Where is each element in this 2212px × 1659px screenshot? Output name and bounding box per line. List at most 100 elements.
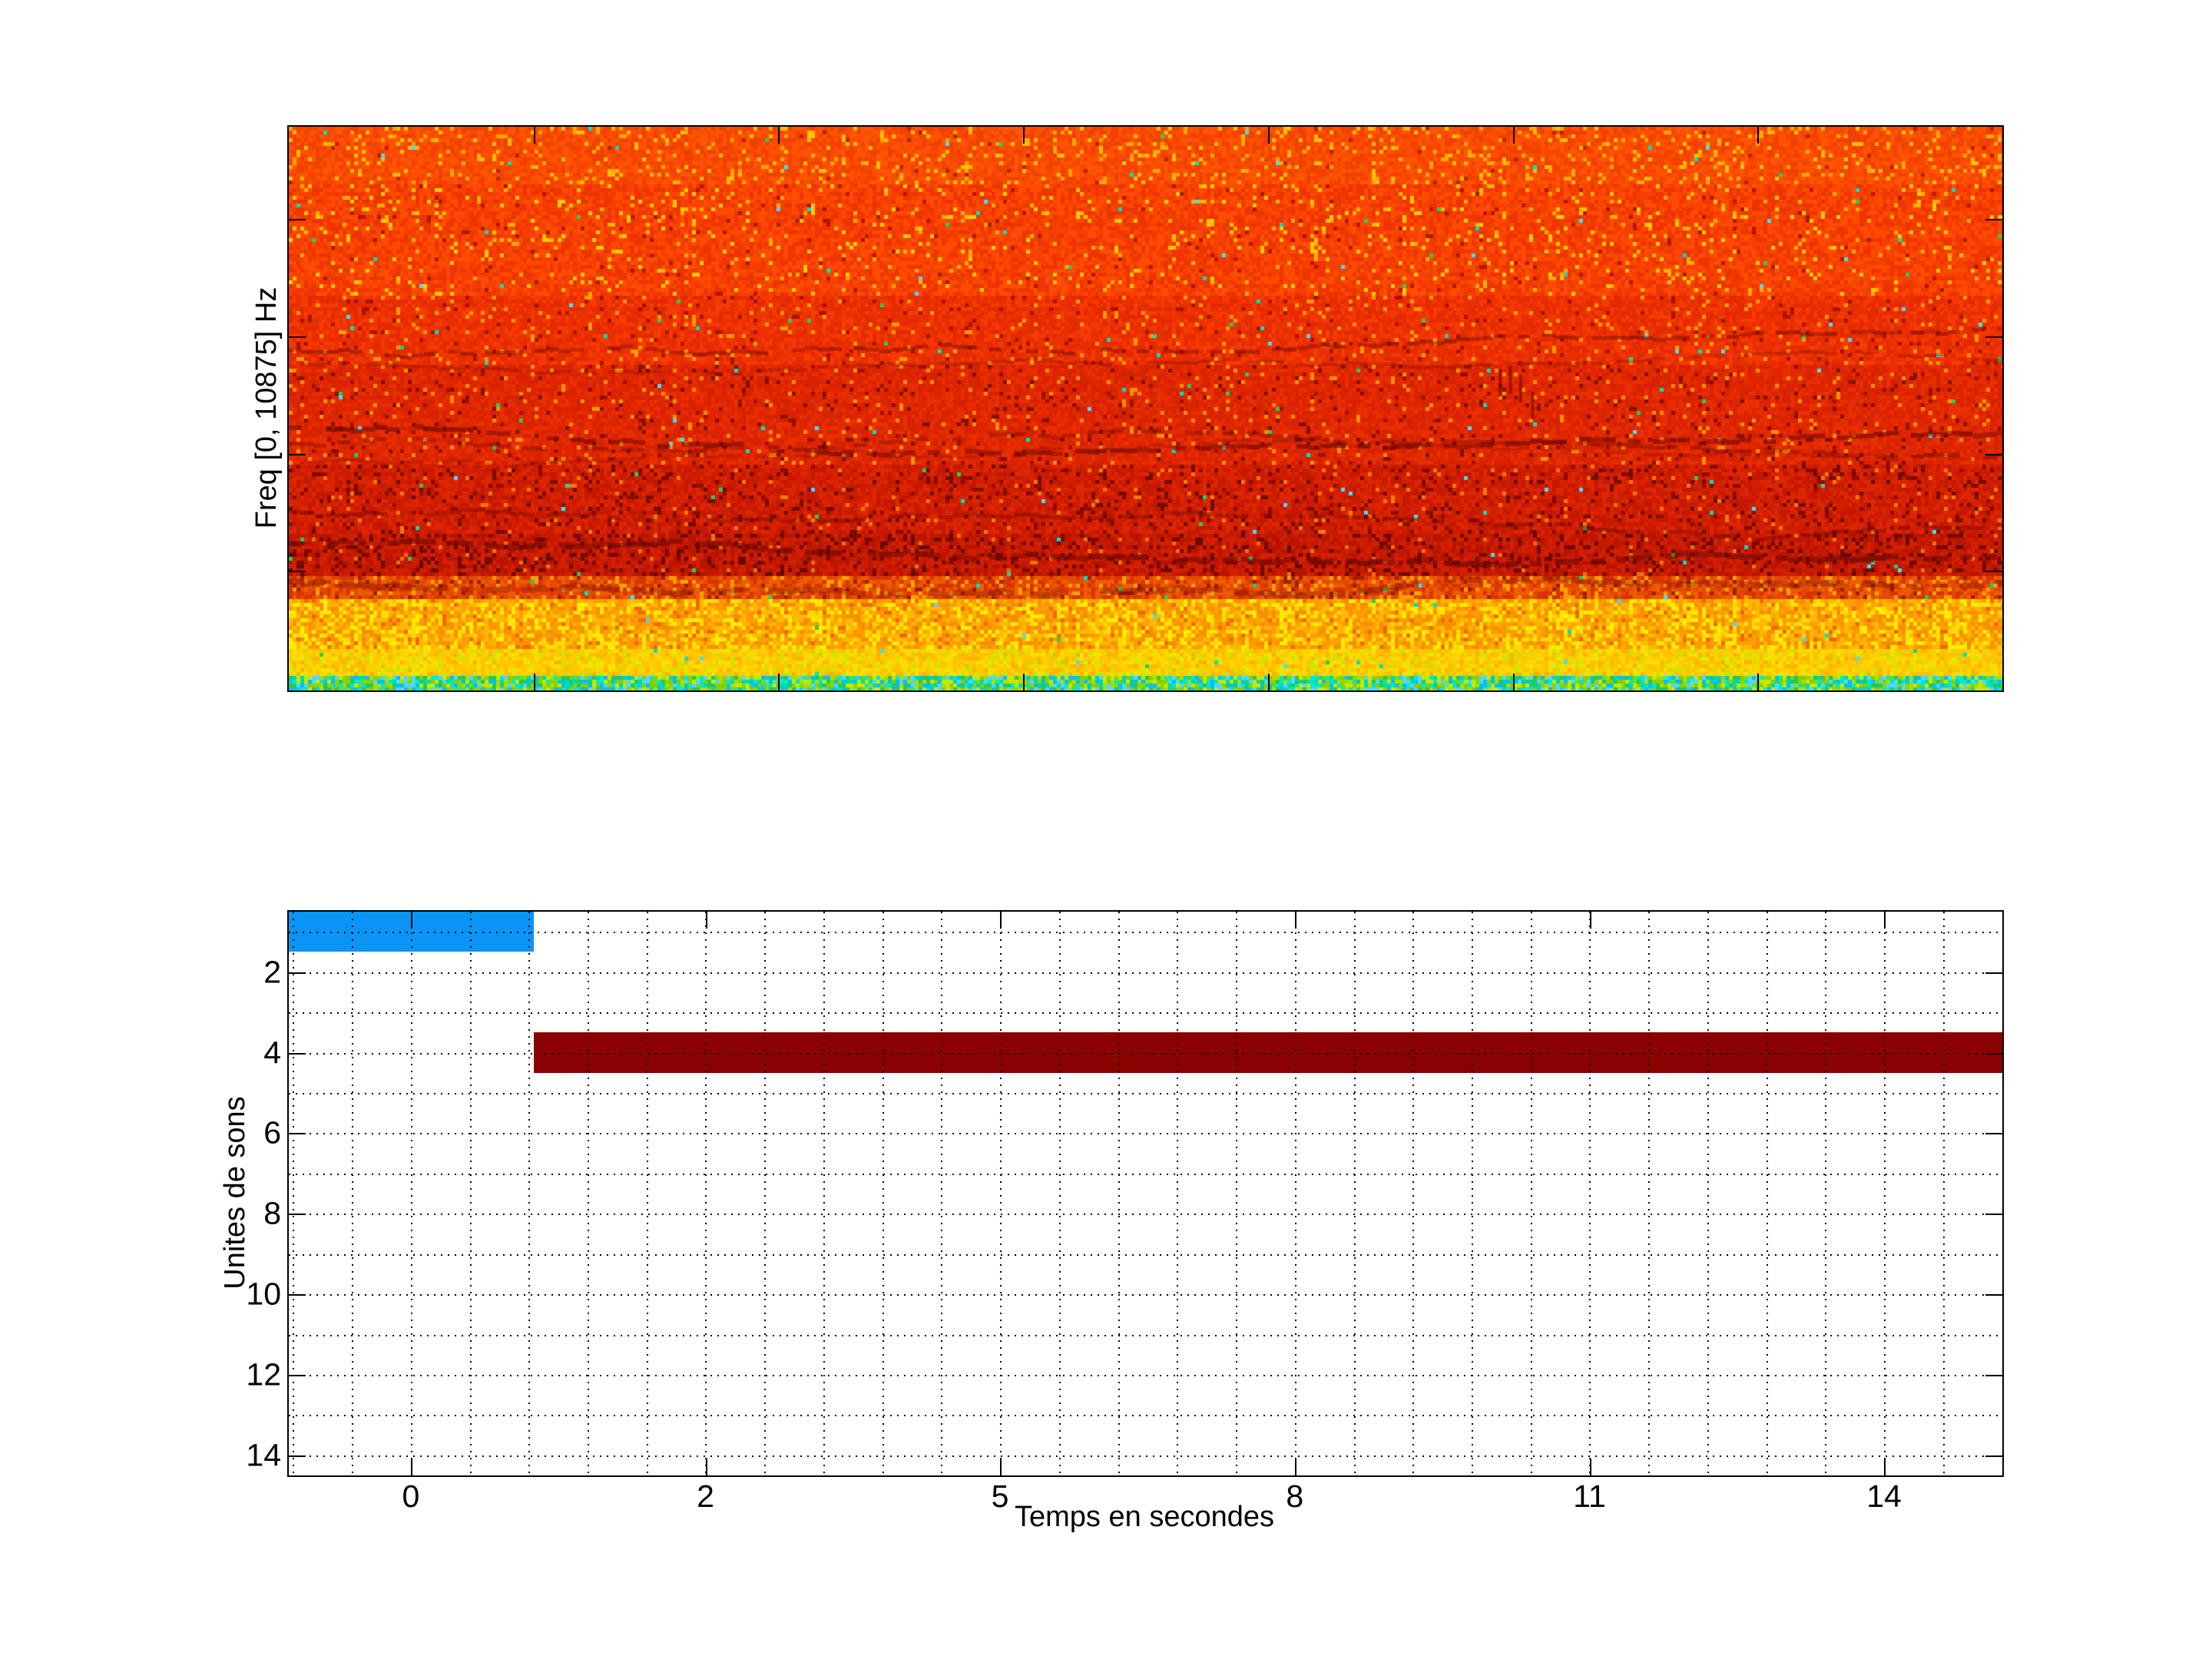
x-tick-label: 11 bbox=[1573, 1481, 1606, 1512]
gridline-horizontal bbox=[289, 1294, 2002, 1296]
x-tick-label: 0 bbox=[402, 1481, 419, 1512]
gridline-vertical bbox=[1295, 912, 1296, 1475]
gridline-vertical bbox=[882, 912, 884, 1475]
gridline-vertical bbox=[1589, 912, 1591, 1475]
y-tick-label: 2 bbox=[158, 956, 281, 988]
gridline-vertical bbox=[470, 912, 472, 1475]
spectrogram-x-tick bbox=[1757, 127, 1759, 144]
spectrogram-x-tick bbox=[1023, 674, 1025, 690]
units-x-tick bbox=[1590, 912, 1591, 929]
gridline-horizontal bbox=[289, 1133, 2002, 1134]
spectrogram-x-tick bbox=[534, 674, 535, 690]
gridline-vertical bbox=[1177, 912, 1178, 1475]
gridline-vertical bbox=[1354, 912, 1356, 1475]
spectrogram-y-tick bbox=[1985, 219, 2002, 220]
x-tick-label: 2 bbox=[697, 1481, 714, 1512]
gridline-vertical bbox=[647, 912, 648, 1475]
y-tick-label: 8 bbox=[158, 1198, 281, 1230]
gridline-vertical bbox=[1412, 912, 1414, 1475]
x-tick-label: 5 bbox=[992, 1481, 1009, 1512]
gridline-vertical bbox=[764, 912, 766, 1475]
units-y-tick bbox=[1985, 1133, 2002, 1134]
spectrogram-ylabel: Freq [0, 10875] Hz bbox=[252, 287, 281, 529]
gridline-horizontal bbox=[289, 1053, 2002, 1055]
gridline-vertical bbox=[1648, 912, 1650, 1475]
y-tick-label: 4 bbox=[158, 1037, 281, 1068]
gridline-horizontal bbox=[289, 972, 2002, 974]
spectrogram-y-tick bbox=[289, 336, 306, 338]
figure: Freq [0, 10875] Hz Unites de sons Temps … bbox=[0, 0, 2212, 1659]
spectrogram-y-tick bbox=[289, 219, 306, 220]
units-x-tick bbox=[1000, 912, 1002, 929]
units-y-tick bbox=[289, 1133, 306, 1134]
spectrogram-x-tick bbox=[1023, 127, 1025, 144]
y-tick-label: 12 bbox=[158, 1359, 281, 1390]
gridline-vertical bbox=[1472, 912, 1473, 1475]
spectrogram-y-tick bbox=[1985, 454, 2002, 455]
spectrogram-x-tick bbox=[1513, 127, 1515, 144]
units-x-tick bbox=[1884, 912, 1886, 929]
spectrogram-y-tick bbox=[1985, 571, 2002, 572]
units-y-tick bbox=[289, 1455, 306, 1457]
spectrogram-x-tick bbox=[534, 127, 535, 144]
gridline-horizontal bbox=[289, 1174, 2002, 1175]
spectrogram-y-tick bbox=[289, 571, 306, 572]
units-x-tick bbox=[411, 912, 412, 929]
units-y-tick bbox=[289, 1053, 306, 1055]
gridline-vertical bbox=[1707, 912, 1709, 1475]
units-x-tick bbox=[706, 1459, 707, 1475]
gridline-vertical bbox=[1059, 912, 1061, 1475]
gridline-vertical bbox=[1531, 912, 1532, 1475]
units-xlabel: Temps en secondes bbox=[1015, 1502, 1274, 1532]
gridline-horizontal bbox=[289, 1455, 2002, 1457]
units-y-tick bbox=[1985, 1053, 2002, 1055]
gridline-horizontal bbox=[289, 1415, 2002, 1416]
gridline-vertical bbox=[588, 912, 589, 1475]
units-y-tick bbox=[289, 1294, 306, 1296]
gridline-vertical bbox=[1767, 912, 1768, 1475]
units-y-tick bbox=[1985, 1214, 2002, 1215]
units-plot bbox=[287, 910, 2004, 1477]
y-tick-label: 10 bbox=[158, 1279, 281, 1310]
units-x-tick bbox=[1590, 1459, 1591, 1475]
gridline-vertical bbox=[528, 912, 530, 1475]
gridline-horizontal bbox=[289, 1375, 2002, 1376]
units-x-tick bbox=[1000, 1459, 1002, 1475]
units-x-tick bbox=[1884, 1459, 1886, 1475]
spectrogram-canvas bbox=[289, 127, 2002, 690]
spectrogram-x-tick bbox=[1268, 127, 1270, 144]
gridline-vertical bbox=[1236, 912, 1237, 1475]
units-y-tick bbox=[1985, 1455, 2002, 1457]
gridline-vertical bbox=[941, 912, 942, 1475]
units-y-tick bbox=[1985, 972, 2002, 974]
spectrogram-x-tick bbox=[1268, 674, 1270, 690]
units-y-tick bbox=[289, 972, 306, 974]
spectrogram-y-tick bbox=[289, 454, 306, 455]
gridline-vertical bbox=[823, 912, 825, 1475]
units-y-tick bbox=[289, 1214, 306, 1215]
spectrogram-y-tick bbox=[1985, 336, 2002, 338]
units-y-tick bbox=[289, 1375, 306, 1376]
gridline-vertical bbox=[1884, 912, 1886, 1475]
gridline-horizontal bbox=[289, 1254, 2002, 1256]
x-tick-label: 14 bbox=[1866, 1481, 1902, 1512]
gridline-vertical bbox=[705, 912, 707, 1475]
gridline-horizontal bbox=[289, 1012, 2002, 1014]
x-tick-label: 8 bbox=[1286, 1481, 1303, 1512]
gridline-horizontal bbox=[289, 1214, 2002, 1215]
gridline-vertical bbox=[352, 912, 353, 1475]
y-tick-label: 6 bbox=[158, 1118, 281, 1149]
gridline-vertical bbox=[1943, 912, 1945, 1475]
gridline-vertical bbox=[411, 912, 412, 1475]
units-y-tick bbox=[1985, 1294, 2002, 1296]
spectrogram-x-tick bbox=[1513, 674, 1515, 690]
spectrogram-x-tick bbox=[1757, 674, 1759, 690]
spectrogram-x-tick bbox=[778, 127, 780, 144]
gridline-vertical bbox=[293, 912, 294, 1475]
gridline-horizontal bbox=[289, 1093, 2002, 1094]
gridline-vertical bbox=[1118, 912, 1120, 1475]
units-x-tick bbox=[1295, 912, 1296, 929]
gridline-horizontal bbox=[289, 1335, 2002, 1336]
gridline-vertical bbox=[1000, 912, 1002, 1475]
units-x-tick bbox=[411, 1459, 412, 1475]
